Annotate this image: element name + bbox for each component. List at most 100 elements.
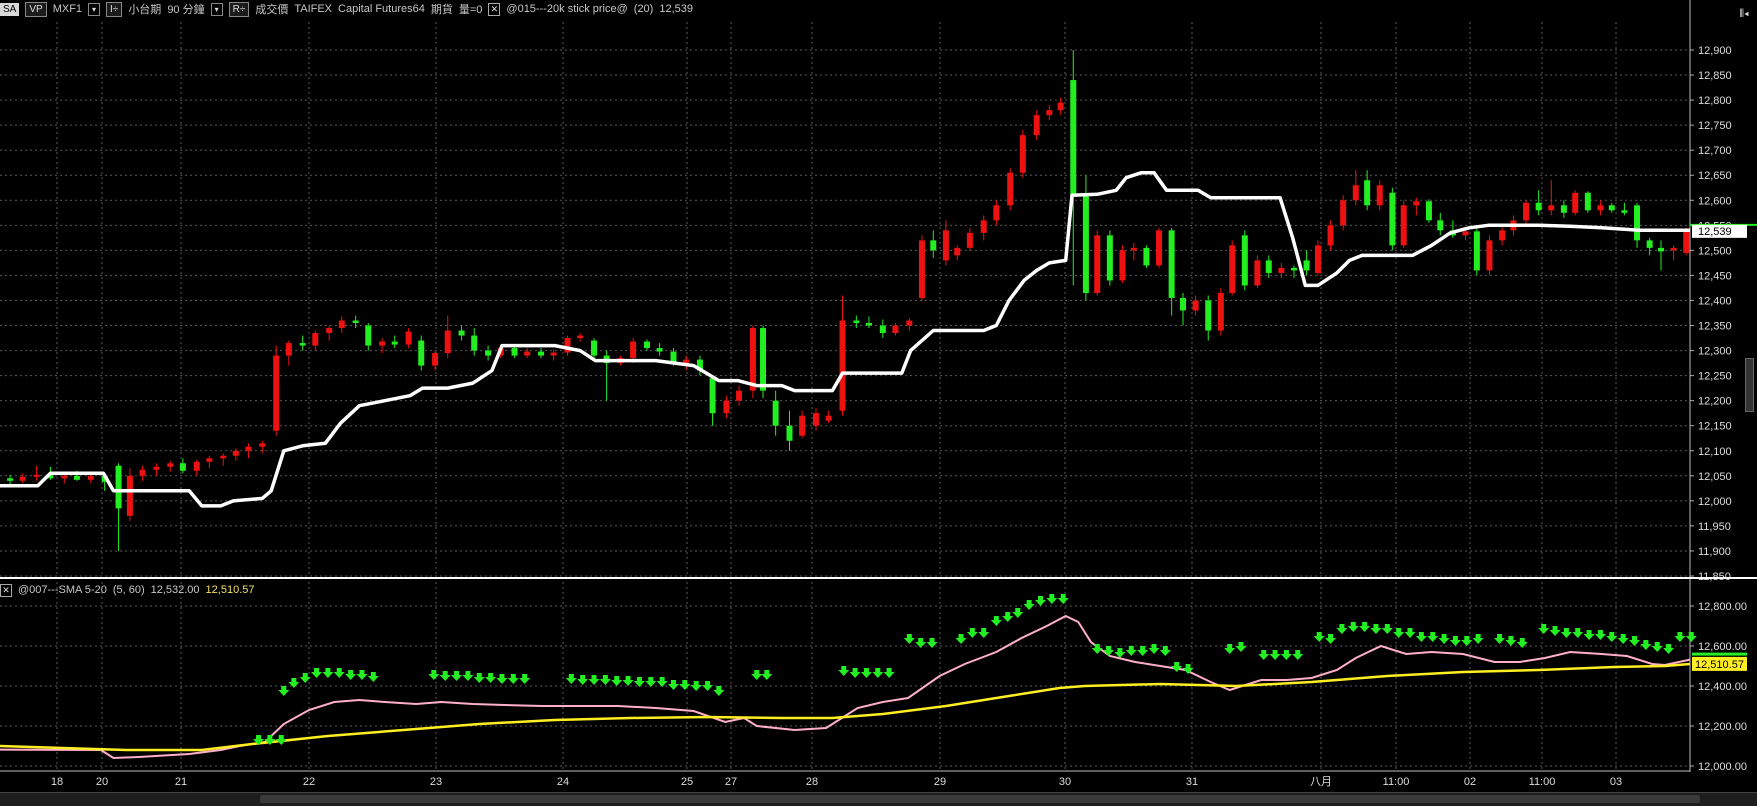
down-arrow-marker	[1640, 640, 1652, 650]
candle-down	[1634, 205, 1641, 241]
candle-down	[1364, 180, 1371, 206]
down-arrow-marker	[838, 666, 850, 676]
down-arrow-marker	[1674, 632, 1686, 642]
y-tick-label: 12,350	[1698, 321, 1732, 333]
down-arrow-marker	[1572, 628, 1584, 638]
down-arrow-marker	[599, 675, 611, 685]
down-arrow-marker	[356, 670, 368, 680]
down-arrow-marker	[1583, 630, 1595, 640]
horizontal-scrollbar[interactable]	[0, 792, 1757, 806]
candle-down	[1070, 80, 1077, 196]
candle-down	[786, 425, 793, 441]
candle-down	[1584, 192, 1591, 211]
volume-label: 量=0	[458, 4, 483, 16]
i-box[interactable]: I÷	[106, 1, 123, 17]
down-arrow-marker	[872, 668, 884, 678]
sub-last-price-label: 12,510.57	[1695, 659, 1744, 671]
down-arrow-marker	[883, 668, 895, 678]
candle-up	[87, 475, 94, 480]
down-arrow-marker	[519, 674, 531, 684]
candle-down	[709, 378, 716, 414]
candle-down	[458, 330, 465, 336]
candle-up	[61, 475, 68, 479]
indicator-param: (20)	[633, 3, 654, 15]
candle-up	[1597, 205, 1604, 211]
down-arrow-marker	[679, 680, 691, 690]
symbol-dropdown-icon[interactable]: ▾	[88, 2, 101, 16]
down-arrow-marker	[1404, 628, 1416, 638]
candle-up	[749, 328, 756, 391]
interval-label: 90 分鐘	[167, 4, 205, 16]
down-arrow-marker	[473, 673, 485, 683]
down-arrow-marker	[849, 668, 861, 678]
y-tick-label: 12,050	[1698, 471, 1732, 483]
y-tick-label: 12,400	[1698, 295, 1732, 307]
sub-indicator-close-icon[interactable]: ✕	[0, 583, 12, 597]
vertical-scroll-grip[interactable]	[1745, 358, 1754, 412]
down-arrow-marker	[1370, 624, 1382, 634]
down-arrow-marker	[1472, 634, 1484, 644]
y-tick-label: 12,750	[1698, 120, 1732, 132]
vp-button[interactable]: VP	[25, 1, 47, 17]
x-tick-label: 29	[934, 776, 946, 788]
candle-up	[153, 466, 160, 470]
candle-up	[1229, 245, 1236, 293]
scrollbar-thumb[interactable]	[260, 795, 1700, 803]
down-arrow-marker	[702, 681, 714, 691]
chart-canvas[interactable]: 12,900 12,850 12,800 12,750 12,700 12,650 12,6…	[0, 0, 1757, 806]
r-box[interactable]: R÷	[228, 1, 250, 17]
x-tick-label: 24	[557, 776, 569, 788]
candle-up	[736, 390, 743, 401]
x-tick-label: 22	[303, 776, 315, 788]
candle-up	[1352, 185, 1359, 201]
candle-up	[1156, 230, 1163, 266]
sub-indicator-label: @007---SMA 5-20	[18, 584, 107, 596]
candle-up	[1007, 172, 1014, 206]
candle-up	[273, 355, 280, 431]
candle-down	[391, 341, 398, 345]
x-tick-label: 31	[1186, 776, 1198, 788]
down-arrow-marker	[667, 680, 679, 690]
y-tick-label: 12,900	[1698, 45, 1732, 57]
down-arrow-marker	[588, 675, 600, 685]
down-arrow-marker	[1057, 594, 1069, 604]
down-arrow-marker	[278, 686, 290, 696]
down-arrow-marker	[1594, 630, 1606, 640]
sub-indicator-params: (5, 60)	[112, 584, 145, 596]
candle-down	[1535, 202, 1542, 211]
y-tick-label: 12,200	[1698, 396, 1732, 408]
candle-down	[591, 340, 598, 356]
candle-down	[1303, 260, 1310, 271]
down-arrow-marker	[1313, 632, 1325, 642]
interval-dropdown-icon[interactable]: ▾	[210, 2, 223, 16]
y-tick-label: 12,500	[1698, 245, 1732, 257]
down-arrow-marker	[990, 616, 1002, 626]
y-tick-label: 12,800.00	[1698, 601, 1747, 613]
candle-up	[33, 474, 40, 477]
y-tick-label: 12,400.00	[1698, 681, 1747, 693]
candle-up	[1254, 260, 1261, 286]
candle-down	[1168, 230, 1175, 298]
panel-options-icon[interactable]: ⫴◂	[1739, 8, 1749, 21]
y-tick-label: 12,850	[1698, 70, 1732, 82]
x-tick-label: 25	[681, 776, 693, 788]
down-arrow-marker	[299, 673, 311, 683]
candle-up	[1670, 247, 1677, 251]
sub-indicator-value1: 12,532.00	[150, 584, 200, 596]
candle-up	[1400, 205, 1407, 246]
down-arrow-marker	[1549, 626, 1561, 636]
candle-up	[723, 400, 730, 414]
sub-indicator-value2: 12,510.57	[205, 584, 255, 596]
candle-down	[1106, 235, 1113, 281]
candle-up	[966, 232, 973, 248]
y-tick-label: 12,800	[1698, 95, 1732, 107]
candle-up	[444, 330, 451, 354]
y-tick-label: 12,300	[1698, 346, 1732, 358]
sa-button[interactable]: SA	[0, 2, 20, 16]
candle-up	[405, 331, 412, 345]
indicator-close-icon[interactable]: ✕	[488, 2, 501, 16]
symbol-label: MXF1	[52, 3, 83, 15]
y-tick-label: 12,000.00	[1698, 761, 1747, 773]
candle-down	[365, 325, 372, 346]
candle-up	[524, 351, 531, 356]
